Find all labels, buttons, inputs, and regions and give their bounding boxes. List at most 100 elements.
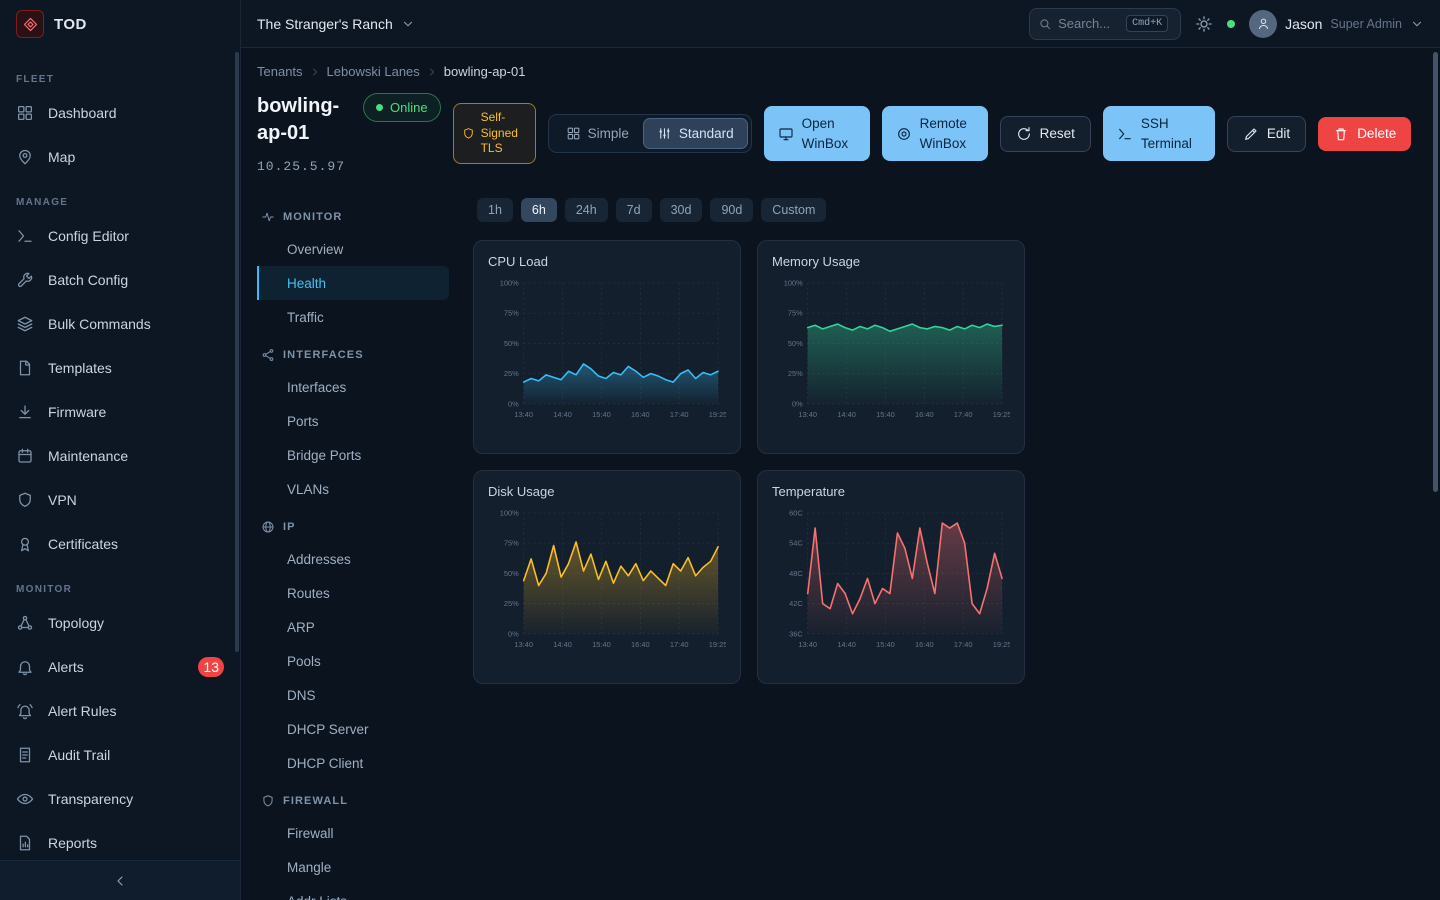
breadcrumb-tenant[interactable]: Lebowski Lanes	[327, 64, 420, 79]
sidebar-nav: FLEET Dashboard Map MANAGE Config Editor…	[0, 48, 240, 860]
device-nav-dhcp-server[interactable]: DHCP Server	[257, 712, 449, 746]
open-winbox-button[interactable]: Open WinBox	[764, 106, 870, 161]
sidebar-collapse-button[interactable]	[0, 860, 240, 900]
chevron-right-icon	[426, 66, 438, 78]
certificate-icon	[16, 535, 34, 553]
svg-text:36C: 36C	[789, 629, 803, 638]
section-label-monitor: MONITOR	[0, 584, 240, 595]
calendar-icon	[16, 447, 34, 465]
range-1h[interactable]: 1h	[477, 198, 513, 222]
sidebar-item-transparency[interactable]: Transparency	[0, 777, 240, 821]
view-mode-toggle: Simple Standard	[548, 114, 752, 153]
search-shortcut: Cmd+K	[1126, 15, 1168, 32]
svg-text:75%: 75%	[504, 309, 519, 318]
sidebar-item-dashboard[interactable]: Dashboard	[0, 91, 240, 135]
edit-button[interactable]: Edit	[1227, 116, 1306, 152]
device-nav-bridge-ports[interactable]: Bridge Ports	[257, 438, 449, 472]
device-nav-addr-lists[interactable]: Addr Lists	[257, 884, 449, 900]
sidebar-item-audit-trail[interactable]: Audit Trail	[0, 733, 240, 777]
search-box[interactable]: Cmd+K	[1029, 8, 1181, 40]
svg-text:50%: 50%	[504, 569, 519, 578]
sidebar-item-maintenance[interactable]: Maintenance	[0, 434, 240, 478]
user-menu[interactable]: Jason Super Admin	[1249, 10, 1424, 38]
device-nav-routes[interactable]: Routes	[257, 576, 449, 610]
sidebar-item-label: Firmware	[48, 404, 106, 420]
range-custom[interactable]: Custom	[761, 198, 826, 222]
tenant-selector[interactable]: The Stranger's Ranch	[257, 16, 415, 32]
range-24h[interactable]: 24h	[565, 198, 608, 222]
sidebar-item-templates[interactable]: Templates	[0, 346, 240, 390]
sidebar-item-label: Config Editor	[48, 228, 129, 244]
sliders-icon	[657, 126, 672, 141]
ssh-terminal-button[interactable]: SSH Terminal	[1103, 106, 1215, 161]
sidebar-scrollbar[interactable]	[235, 52, 239, 652]
search-input[interactable]	[1058, 16, 1120, 31]
sidebar-item-batch-config[interactable]: Batch Config	[0, 258, 240, 302]
view-mode-simple[interactable]: Simple	[552, 118, 643, 149]
svg-text:25%: 25%	[788, 369, 803, 378]
sidebar-item-bulk-commands[interactable]: Bulk Commands	[0, 302, 240, 346]
sidebar-item-firmware[interactable]: Firmware	[0, 390, 240, 434]
sidebar-item-config-editor[interactable]: Config Editor	[0, 214, 240, 258]
pencil-icon	[1243, 126, 1259, 142]
theme-toggle-button[interactable]	[1195, 15, 1213, 33]
grid-icon	[566, 126, 581, 141]
device-nav-pools[interactable]: Pools	[257, 644, 449, 678]
range-90d[interactable]: 90d	[710, 198, 753, 222]
device-nav-ports[interactable]: Ports	[257, 404, 449, 438]
device-nav-dhcp-client[interactable]: DHCP Client	[257, 746, 449, 780]
terminal-icon	[16, 227, 34, 245]
device-nav-addresses[interactable]: Addresses	[257, 542, 449, 576]
chevron-left-icon	[112, 873, 128, 889]
tls-warning-label: Self-Signed TLS	[481, 110, 527, 157]
svg-text:19:25: 19:25	[709, 640, 726, 649]
sidebar-item-reports[interactable]: Reports	[0, 821, 240, 860]
svg-text:15:40: 15:40	[876, 410, 895, 419]
download-icon	[16, 403, 34, 421]
sidebar-item-label: Transparency	[48, 791, 133, 807]
device-nav-section-interfaces: INTERFACES	[257, 340, 449, 370]
range-30d[interactable]: 30d	[660, 198, 703, 222]
svg-text:75%: 75%	[788, 309, 803, 318]
svg-text:13:40: 13:40	[514, 640, 533, 649]
svg-text:50%: 50%	[504, 339, 519, 348]
sidebar-item-map[interactable]: Map	[0, 135, 240, 179]
chevron-down-icon	[1410, 17, 1424, 31]
device-nav-arp[interactable]: ARP	[257, 610, 449, 644]
user-icon	[1256, 16, 1271, 31]
delete-button[interactable]: Delete	[1318, 117, 1411, 151]
sidebar-item-label: Bulk Commands	[48, 316, 151, 332]
terminal-icon	[1117, 126, 1133, 142]
sidebar-item-alerts[interactable]: Alerts13	[0, 645, 240, 689]
device-nav-vlans[interactable]: VLANs	[257, 472, 449, 506]
main-scrollbar[interactable]	[1433, 52, 1438, 492]
device-nav-mangle[interactable]: Mangle	[257, 850, 449, 884]
view-mode-standard[interactable]: Standard	[643, 118, 748, 149]
sidebar-item-topology[interactable]: Topology	[0, 601, 240, 645]
sidebar-item-alert-rules[interactable]: Alert Rules	[0, 689, 240, 733]
sidebar-item-vpn[interactable]: VPN	[0, 478, 240, 522]
device-nav-interfaces[interactable]: Interfaces	[257, 370, 449, 404]
device-nav-health[interactable]: Health	[257, 266, 449, 300]
breadcrumb-tenants[interactable]: Tenants	[257, 64, 303, 79]
svg-text:15:40: 15:40	[592, 410, 611, 419]
sidebar-item-label: Alert Rules	[48, 703, 116, 719]
device-nav-overview[interactable]: Overview	[257, 232, 449, 266]
disk-usage-card: Disk Usage 100%75%50%25%0%13:4014:4015:4…	[473, 470, 741, 684]
reset-button[interactable]: Reset	[1000, 116, 1091, 152]
sidebar-item-certificates[interactable]: Certificates	[0, 522, 240, 566]
device-nav-firewall[interactable]: Firewall	[257, 816, 449, 850]
online-dot-icon	[376, 104, 383, 111]
sidebar-item-label: VPN	[48, 492, 77, 508]
open-winbox-label: Open WinBox	[802, 114, 856, 153]
user-name: Jason	[1285, 16, 1322, 32]
file-text-icon	[16, 746, 34, 764]
device-nav-section-ip: IP	[257, 512, 449, 542]
remote-winbox-button[interactable]: Remote WinBox	[882, 106, 988, 161]
svg-text:16:40: 16:40	[915, 640, 934, 649]
range-6h[interactable]: 6h	[521, 198, 557, 222]
range-7d[interactable]: 7d	[616, 198, 652, 222]
bell-ring-icon	[16, 702, 34, 720]
device-nav-dns[interactable]: DNS	[257, 678, 449, 712]
device-nav-traffic[interactable]: Traffic	[257, 300, 449, 334]
